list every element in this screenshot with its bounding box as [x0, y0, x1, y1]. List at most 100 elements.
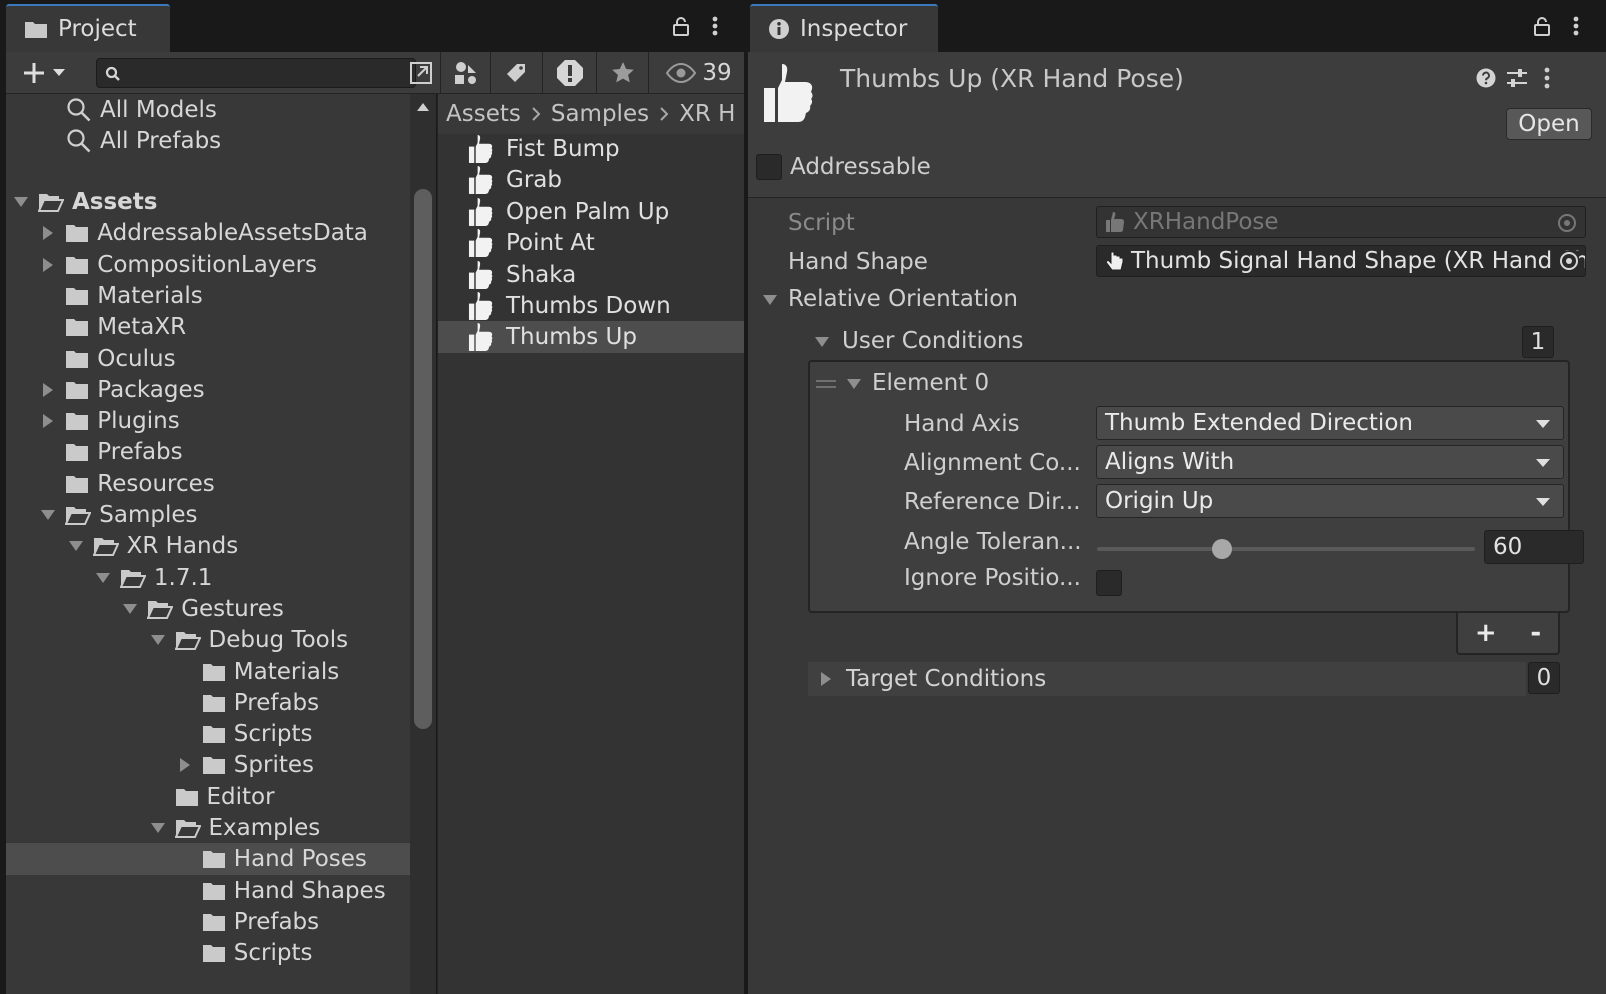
- tree-item[interactable]: Scripts: [6, 718, 410, 750]
- expand-arrow-down-icon[interactable]: [67, 537, 85, 555]
- tree-item[interactable]: Examples: [6, 812, 410, 844]
- folder-open-icon: [174, 818, 201, 838]
- foldout-arrow-icon[interactable]: [846, 378, 862, 390]
- asset-item[interactable]: Point At: [438, 227, 744, 259]
- tree-item[interactable]: Hand Shapes: [6, 875, 410, 907]
- asset-item[interactable]: Thumbs Up: [438, 321, 744, 354]
- asset-item[interactable]: Fist Bump: [438, 133, 744, 165]
- target-conditions-foldout[interactable]: Target Conditions: [808, 662, 1526, 696]
- asset-item[interactable]: Open Palm Up: [438, 196, 744, 228]
- angle-tolerance-input[interactable]: 60: [1484, 530, 1584, 564]
- slider-knob[interactable]: [1211, 539, 1232, 559]
- expand-arrow-down-icon[interactable]: [121, 600, 139, 618]
- tree-item[interactable]: Prefabs: [6, 687, 410, 719]
- add-element-button[interactable]: +: [1475, 618, 1497, 648]
- expand-arrow-right-icon[interactable]: [39, 381, 57, 399]
- search-filter-all-prefabs[interactable]: All Prefabs: [6, 125, 410, 157]
- search-filter-all-models[interactable]: All Models: [6, 94, 410, 126]
- tab-inspector[interactable]: Inspector: [750, 4, 938, 52]
- breadcrumb-item[interactable]: Assets: [446, 101, 521, 127]
- filter-by-type-button[interactable]: [442, 52, 490, 94]
- tree-item[interactable]: Packages: [6, 374, 410, 406]
- open-button[interactable]: Open: [1506, 108, 1592, 140]
- hidden-count: 39: [702, 60, 732, 86]
- tree-item[interactable]: Plugins: [6, 405, 410, 437]
- filter-errors-button[interactable]: [544, 52, 596, 94]
- expand-arrow-right-icon[interactable]: [39, 412, 57, 430]
- tree-item[interactable]: Sprites: [6, 749, 410, 781]
- user-conditions-foldout[interactable]: User Conditions: [842, 328, 1023, 354]
- expand-arrow-right-icon[interactable]: [39, 224, 57, 242]
- lock-icon[interactable]: [672, 16, 690, 36]
- expand-arrow-down-icon[interactable]: [39, 506, 57, 524]
- tree-item-label: Prefabs: [97, 439, 183, 466]
- user-conditions-count[interactable]: 1: [1522, 326, 1554, 358]
- scroll-thumb[interactable]: [414, 189, 432, 729]
- folder-open-icon: [174, 630, 201, 651]
- more-options-icon[interactable]: [1573, 16, 1579, 36]
- tree-item[interactable]: Assets: [6, 186, 410, 218]
- tab-project[interactable]: Project: [6, 4, 170, 52]
- hand-axis-dropdown[interactable]: Thumb Extended Direction: [1096, 406, 1564, 440]
- breadcrumb-item[interactable]: XR H: [679, 101, 735, 127]
- expand-arrow-down-icon[interactable]: [149, 631, 167, 649]
- target-conditions-count[interactable]: 0: [1528, 662, 1560, 694]
- expand-arrow-down-icon[interactable]: [94, 569, 112, 587]
- angle-tolerance-slider[interactable]: [1097, 539, 1475, 559]
- object-picker-icon[interactable]: [1555, 251, 1579, 271]
- element-0-foldout[interactable]: Element 0: [872, 370, 989, 396]
- help-icon[interactable]: [1476, 68, 1496, 88]
- tree-item[interactable]: Debug Tools: [6, 624, 410, 656]
- asset-item[interactable]: Shaka: [438, 259, 744, 291]
- ignore-position-checkbox[interactable]: [1096, 570, 1122, 596]
- hand-shape-field[interactable]: Thumb Signal Hand Shape (XR Hand Shape): [1096, 245, 1586, 277]
- tree-item[interactable]: Gestures: [6, 593, 410, 625]
- asset-item[interactable]: Grab: [438, 164, 744, 196]
- scroll-up-icon[interactable]: [416, 102, 430, 112]
- tree-scrollbar[interactable]: [410, 94, 436, 994]
- expand-arrow-down-icon[interactable]: [12, 193, 30, 211]
- lock-icon[interactable]: [1533, 16, 1551, 36]
- tree-item[interactable]: Oculus: [6, 343, 410, 375]
- reference-direction-dropdown[interactable]: Origin Up: [1096, 484, 1564, 518]
- tree-item[interactable]: Samples: [6, 499, 410, 531]
- favorites-button[interactable]: [598, 52, 648, 94]
- expand-arrow-right-icon[interactable]: [39, 256, 57, 274]
- tree-item[interactable]: Prefabs: [6, 906, 410, 938]
- tree-item[interactable]: AddressableAssetsData: [6, 217, 410, 249]
- breadcrumb-item[interactable]: Samples: [551, 101, 649, 127]
- addressable-checkbox[interactable]: [756, 154, 782, 180]
- tree-item[interactable]: Prefabs: [6, 436, 410, 468]
- tree-item[interactable]: Scripts: [6, 937, 410, 969]
- more-options-icon[interactable]: [1544, 67, 1550, 89]
- create-button[interactable]: [14, 52, 74, 94]
- angle-tolerance-label: Angle Toleran...: [904, 529, 1082, 555]
- tree-item[interactable]: XR Hands: [6, 530, 410, 562]
- hidden-packages-toggle[interactable]: 39: [654, 52, 744, 94]
- relative-orientation-foldout[interactable]: Relative Orientation: [788, 286, 1018, 312]
- presets-icon[interactable]: [1506, 68, 1528, 88]
- tree-item[interactable]: Materials: [6, 280, 410, 312]
- search-input[interactable]: [96, 58, 416, 88]
- tree-item[interactable]: 1.7.1: [6, 562, 410, 594]
- asset-item[interactable]: Thumbs Down: [438, 290, 744, 322]
- expand-arrow-right-icon[interactable]: [176, 756, 194, 774]
- tree-item[interactable]: Materials: [6, 656, 410, 688]
- expand-arrow-down-icon[interactable]: [149, 819, 167, 837]
- folder-icon: [24, 19, 48, 39]
- tree-item[interactable]: CompositionLayers: [6, 249, 410, 281]
- foldout-arrow-icon[interactable]: [814, 336, 830, 348]
- filter-by-label-button[interactable]: [492, 52, 540, 94]
- alignment-condition-dropdown[interactable]: Aligns With: [1096, 445, 1564, 479]
- foldout-arrow-icon[interactable]: [762, 294, 778, 306]
- tree-item[interactable]: MetaXR: [6, 311, 410, 343]
- drag-handle-icon[interactable]: [816, 380, 836, 388]
- tree-item[interactable]: Hand Poses: [6, 843, 410, 876]
- more-options-icon[interactable]: [712, 16, 718, 36]
- tree-item[interactable]: Resources: [6, 468, 410, 500]
- expand-arrow-placeholder: [176, 663, 194, 681]
- remove-element-button[interactable]: -: [1530, 618, 1541, 648]
- hand-axis-value: Thumb Extended Direction: [1105, 410, 1413, 436]
- tree-item[interactable]: Editor: [6, 781, 410, 813]
- search-by-type-button[interactable]: [404, 52, 438, 94]
